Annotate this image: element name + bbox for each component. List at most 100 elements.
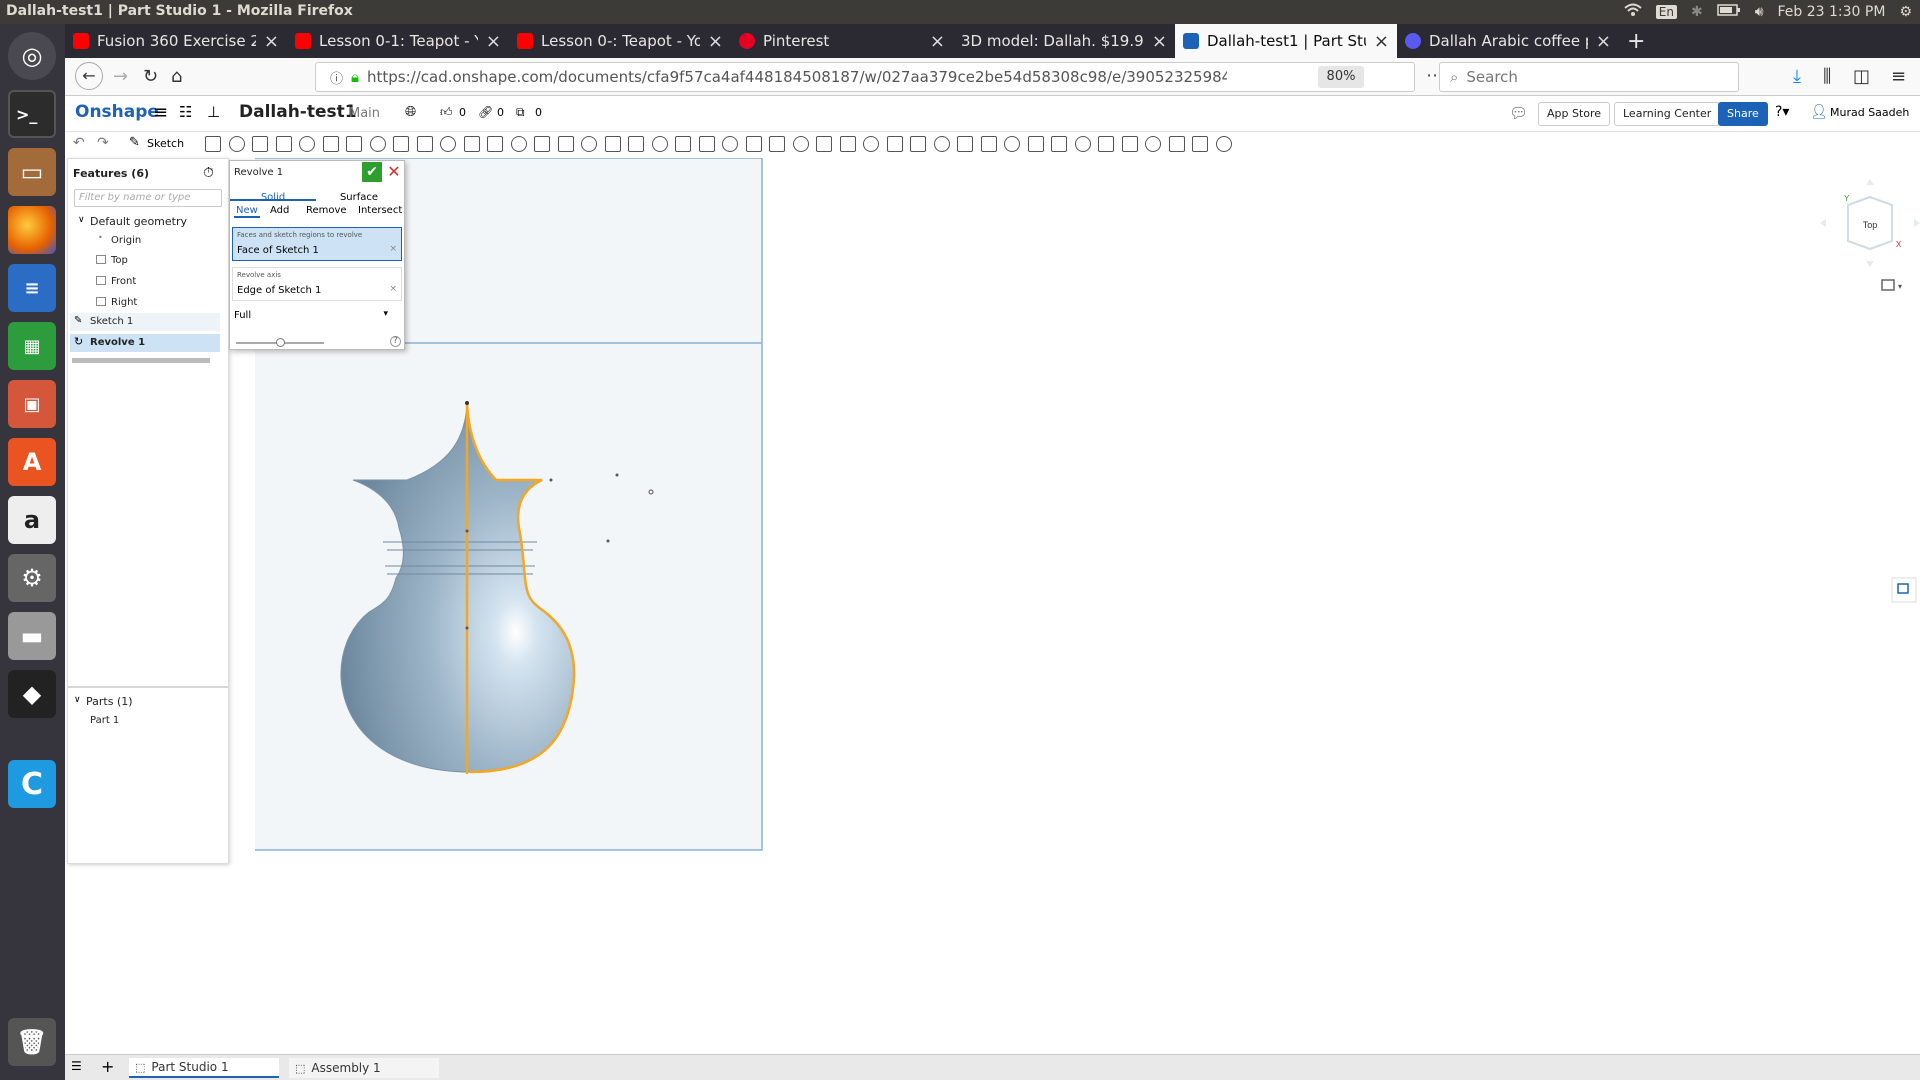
help-icon[interactable]: ?▾	[1775, 104, 1789, 120]
toolbar-tool-icon[interactable]	[675, 136, 691, 152]
tab-assembly[interactable]: ⬚ Assembly 1	[289, 1058, 439, 1078]
toolbar-tool-icon[interactable]	[792, 136, 809, 152]
toolbar-tool-icon[interactable]	[393, 136, 409, 152]
toolbar-tool-icon[interactable]	[957, 136, 973, 152]
library-icon[interactable]: ⫼	[1823, 66, 1831, 87]
toolbar-tool-icon[interactable]	[980, 136, 997, 152]
toolbar-tool-icon[interactable]	[651, 136, 668, 152]
op-intersect[interactable]: Intersect	[358, 205, 402, 216]
browser-tab[interactable]: Lesson 0-1: Teapot - YouT ×	[287, 24, 509, 58]
history-clock-icon[interactable]: ⏱	[203, 165, 214, 181]
toolbar-tool-icon[interactable]	[722, 136, 738, 152]
view-cube-right-arrow[interactable]	[1914, 219, 1920, 227]
toolbar-tool-icon[interactable]	[275, 136, 292, 152]
sketch-pencil-icon[interactable]: ✎	[129, 135, 140, 150]
close-tab-icon[interactable]: ×	[1152, 31, 1167, 52]
toolbar-tool-icon[interactable]	[510, 136, 527, 152]
view-cube-left-arrow[interactable]	[1820, 219, 1826, 227]
add-tab-icon[interactable]: +	[101, 1057, 114, 1076]
toolbar-tool-icon[interactable]	[886, 136, 903, 152]
toolbar-tool-icon[interactable]	[1051, 136, 1067, 152]
workspace-label[interactable]: Main	[349, 106, 380, 121]
forward-icon[interactable]: →	[113, 66, 128, 87]
firefox-icon[interactable]	[8, 206, 56, 254]
toolbar-tool-icon[interactable]	[463, 136, 480, 152]
writer-icon[interactable]: ≡	[8, 264, 56, 312]
like-icon[interactable]: 👍︎	[440, 105, 453, 120]
side-panel-toggle-icon[interactable]	[1891, 577, 1917, 603]
clear-selection-icon[interactable]: ×	[389, 244, 397, 254]
op-new[interactable]: New	[234, 205, 260, 218]
browser-tab[interactable]: Fusion 360 Exercise 2 PC ×	[65, 24, 287, 58]
copy-icon[interactable]: ⧉	[516, 105, 525, 120]
browser-tab[interactable]: Dallah Arabic coffee pot ×	[1397, 24, 1619, 58]
inkscape-icon[interactable]: ◆	[8, 670, 56, 718]
op-add[interactable]: Add	[270, 205, 289, 216]
amazon-icon[interactable]: a	[8, 496, 56, 544]
toolbar-tool-icon[interactable]	[698, 136, 715, 152]
reload-icon[interactable]: ↻	[143, 66, 158, 87]
help-icon[interactable]: ?	[390, 336, 401, 347]
browser-tab[interactable]: Pinterest ×	[731, 24, 953, 58]
undo-icon[interactable]: ↶	[73, 135, 85, 151]
panel-divider[interactable]	[68, 686, 228, 688]
new-tab-button[interactable]: +	[1619, 24, 1659, 58]
close-tab-icon[interactable]: ×	[1596, 31, 1611, 52]
share-button[interactable]: Share	[1718, 102, 1768, 126]
rollback-bar[interactable]	[72, 358, 210, 363]
trash-icon[interactable]: 🗑︎	[8, 1018, 56, 1066]
toolbar-tool-icon[interactable]	[487, 136, 503, 152]
sketch-button[interactable]: Sketch	[147, 137, 184, 150]
browser-tab-active[interactable]: Dallah-test1 | Part Studio ×	[1175, 24, 1397, 58]
plane-top-item[interactable]: Top	[111, 255, 128, 266]
comments-icon[interactable]: 💬︎	[1509, 104, 1528, 122]
battery-icon[interactable]	[1716, 4, 1741, 20]
plane-right-item[interactable]: Right	[111, 297, 137, 308]
keyboard-layout[interactable]: En	[1655, 5, 1677, 19]
toolbar-tool-icon[interactable]	[346, 136, 362, 152]
zoom-level[interactable]: 80%	[1318, 66, 1364, 88]
files-icon[interactable]: ▭	[8, 148, 56, 196]
toolbar-tool-icon[interactable]	[1027, 136, 1044, 152]
back-icon[interactable]: ←	[75, 62, 103, 90]
origin-item[interactable]: Origin	[111, 235, 141, 246]
graphics-viewport[interactable]: Top Y X ▾	[252, 157, 1920, 1054]
sidebar-icon[interactable]: ◫	[1853, 66, 1870, 87]
home-icon[interactable]: ⌂	[171, 66, 182, 87]
toolbar-tool-icon[interactable]	[1192, 136, 1208, 152]
close-tab-icon[interactable]: ×	[930, 31, 945, 52]
public-globe-icon[interactable]: 🌐︎	[405, 104, 416, 120]
toolbar-tool-icon[interactable]	[581, 136, 597, 152]
toolbar-tool-icon[interactable]	[534, 136, 550, 152]
learning-center-button[interactable]: Learning Center	[1614, 102, 1721, 126]
toolbar-tool-icon[interactable]	[440, 136, 456, 152]
software-center-icon[interactable]: A	[8, 438, 56, 486]
toolbar-tool-icon[interactable]	[628, 136, 644, 152]
terminal-icon[interactable]: >_	[8, 90, 56, 138]
plane-front-item[interactable]: Front	[111, 276, 136, 287]
toolbar-tool-icon[interactable]	[369, 136, 386, 152]
lock-icon[interactable]: 🔒︎	[351, 68, 359, 86]
browser-tab[interactable]: 3D model: Dallah. $19.95 [b ×	[953, 24, 1175, 58]
toolbar-tool-icon[interactable]	[252, 136, 268, 152]
toolbar-tool-icon[interactable]	[1004, 136, 1020, 152]
redo-icon[interactable]: ↷	[97, 135, 109, 151]
toolbar-tool-icon[interactable]	[933, 136, 950, 152]
tab-solid[interactable]: Solid	[230, 185, 316, 203]
slider-knob[interactable]	[276, 338, 285, 347]
extent-dropdown[interactable]: Full ▾	[232, 308, 388, 326]
url-bar[interactable]: ⓘ 🔒︎ https://cad.onshape.com/documents/c…	[315, 62, 1444, 92]
hamburger-menu-icon[interactable]: ≡	[153, 102, 168, 123]
sketch-point[interactable]	[465, 529, 469, 533]
default-geometry-folder[interactable]: Default geometry	[90, 215, 187, 228]
view-cube-up-arrow[interactable]	[1866, 179, 1874, 185]
sketch-point[interactable]	[549, 478, 553, 482]
toolbar-tool-icon[interactable]	[299, 136, 315, 152]
settings-gear-icon[interactable]: ⚙	[1899, 4, 1912, 20]
close-tab-icon[interactable]: ×	[1374, 31, 1389, 52]
feature-revolve-row[interactable]: ↻ Revolve 1	[70, 334, 220, 352]
tab-list-icon[interactable]: ☰	[71, 1059, 82, 1073]
toolbar-tool-icon[interactable]	[604, 136, 621, 152]
toolbar-tool-icon[interactable]	[322, 136, 339, 152]
cancel-button[interactable]: ✕	[384, 162, 404, 182]
